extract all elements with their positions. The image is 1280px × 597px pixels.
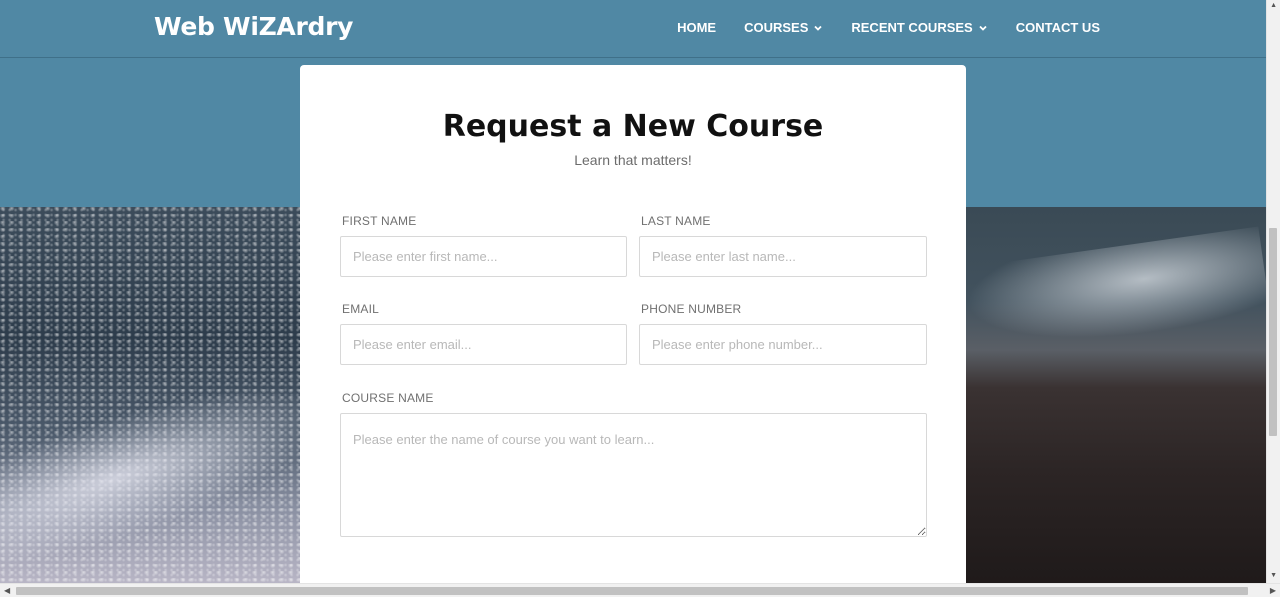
course-name-textarea[interactable] — [340, 413, 927, 537]
course-name-label: COURSE NAME — [342, 391, 434, 405]
nav-recent-courses-label: RECENT COURSES — [851, 20, 973, 35]
nav-contact-us-label: CONTACT US — [1015, 20, 1100, 35]
email-label: EMAIL — [342, 302, 380, 316]
nav-recent-courses[interactable]: RECENT COURSES — [851, 20, 987, 35]
last-name-label: LAST NAME — [641, 214, 711, 228]
course-request-form: Request a New Course Learn that matters!… — [300, 65, 966, 597]
brand-logo[interactable]: Web WiZArdry — [154, 12, 353, 41]
nav-courses[interactable]: COURSES — [744, 20, 823, 35]
email-input[interactable] — [340, 324, 627, 365]
chevron-down-icon — [814, 25, 823, 31]
top-navbar: Web WiZArdry HOME COURSES RECENT COURSES… — [0, 0, 1266, 58]
main-nav: HOME COURSES RECENT COURSES CONTACT US — [677, 20, 1100, 35]
horizontal-scrollbar-thumb[interactable] — [16, 587, 1248, 595]
nav-home[interactable]: HOME — [677, 20, 716, 35]
chevron-down-icon — [979, 25, 987, 31]
scroll-down-arrow-icon[interactable]: ▼ — [1270, 572, 1277, 579]
nav-contact-us[interactable]: CONTACT US — [1016, 20, 1100, 35]
form-title: Request a New Course — [442, 109, 824, 144]
nav-courses-label: COURSES — [744, 20, 809, 35]
phone-number-input[interactable] — [639, 324, 927, 365]
vertical-scrollbar[interactable] — [1266, 0, 1280, 583]
nav-home-label: HOME — [677, 20, 717, 35]
scroll-left-arrow-icon[interactable]: ◀ — [4, 586, 10, 595]
horizontal-scrollbar[interactable]: ◀ ▶ — [0, 583, 1280, 597]
first-name-label: FIRST NAME — [342, 214, 417, 228]
phone-number-label: PHONE NUMBER — [641, 302, 742, 316]
scroll-right-arrow-icon[interactable]: ▶ — [1270, 586, 1276, 595]
form-subtitle: Learn that matters! — [574, 152, 692, 168]
vertical-scrollbar-thumb[interactable] — [1269, 228, 1277, 436]
first-name-input[interactable] — [340, 236, 627, 277]
last-name-input[interactable] — [639, 236, 927, 277]
scroll-up-arrow-icon[interactable]: ▲ — [1270, 2, 1277, 9]
